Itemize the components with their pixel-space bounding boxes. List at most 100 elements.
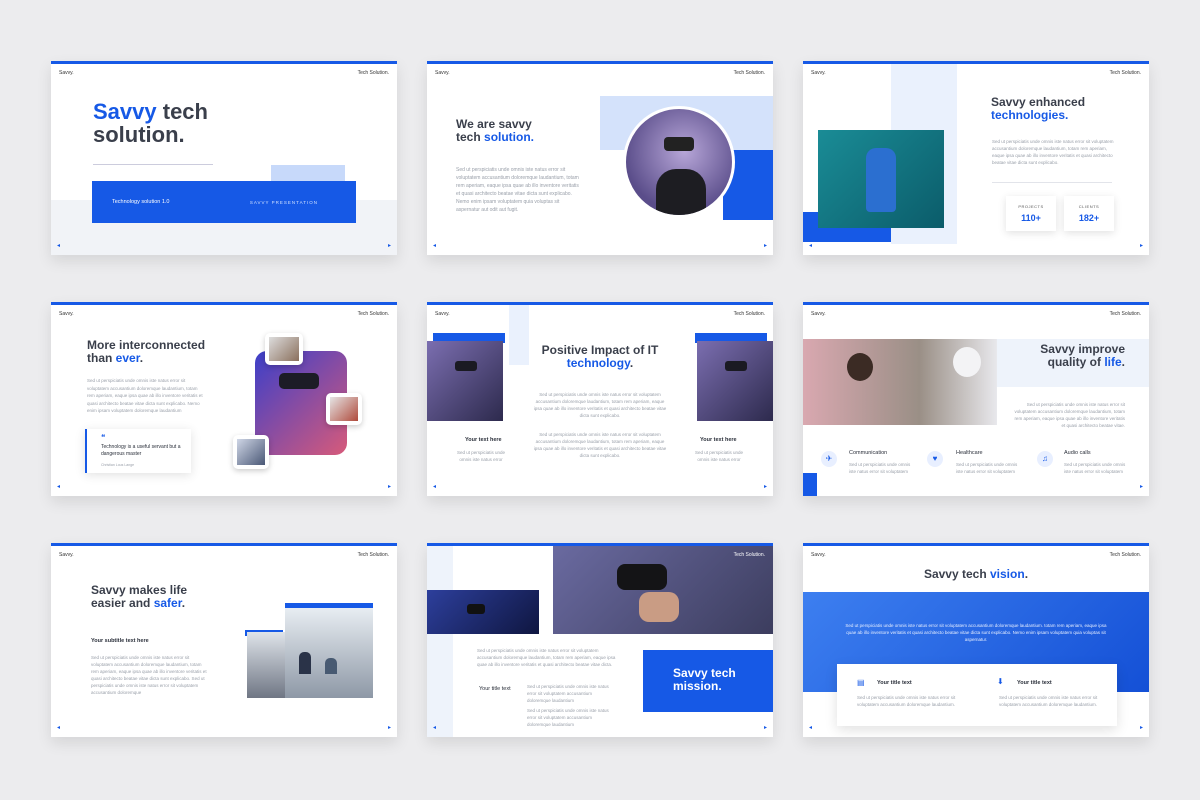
- divider: [93, 164, 213, 165]
- next-arrow-icon[interactable]: ▸: [764, 724, 767, 731]
- slide-heading: Savvy improve quality of life.: [1040, 342, 1125, 369]
- title-label: Your title text: [479, 686, 511, 692]
- paragraph-2: Sed ut perspiciatis unde omnis iste natu…: [527, 684, 609, 703]
- tagline: Tech Solution.: [1109, 552, 1141, 558]
- slide-safer[interactable]: Savvy. Tech Solution. Savvy makes life e…: [51, 543, 397, 737]
- quote-card: ❝ Technology is a useful servant but a d…: [85, 429, 191, 473]
- next-arrow-icon[interactable]: ▸: [388, 724, 391, 731]
- prev-arrow-icon[interactable]: ◂: [57, 724, 60, 731]
- left-label: Your text here: [465, 437, 502, 443]
- thumb-photo-bottom: [233, 435, 269, 469]
- feature-label: Communication: [849, 450, 888, 456]
- paragraph: Sed ut perspiciatis unde omnis iste natu…: [87, 378, 203, 413]
- paragraph: Sed ut perspiciatis unde omnis iste natu…: [992, 139, 1114, 165]
- vr-man-photo: [623, 106, 735, 218]
- next-arrow-icon[interactable]: ▸: [388, 242, 391, 249]
- heart-icon: ♥: [927, 451, 943, 467]
- tagline: Tech Solution.: [1109, 70, 1141, 76]
- decor-blue: [803, 473, 817, 496]
- prev-arrow-icon[interactable]: ◂: [433, 242, 436, 249]
- slide-about[interactable]: Savvy. Tech Solution. We are savvy tech …: [427, 61, 773, 255]
- paragraph-1: Sed ut perspiciatis unde omnis iste natu…: [533, 392, 667, 418]
- prev-arrow-icon[interactable]: ◂: [809, 724, 812, 731]
- tagline: Tech Solution.: [1109, 311, 1141, 317]
- paragraph: Sed ut perspiciatis unde omnis iste natu…: [91, 655, 207, 695]
- brand-label: Savvy.: [435, 311, 450, 317]
- vr-man-photo: [553, 546, 773, 634]
- tagline: Tech Solution.: [733, 311, 765, 317]
- office-photo-left: [247, 632, 285, 698]
- slide-heading: Savvy tech vision.: [923, 567, 1029, 581]
- brand-label: Savvy.: [811, 552, 826, 558]
- slide-quality[interactable]: Savvy. Tech Solution. Savvy improve qual…: [803, 302, 1149, 496]
- girl-robot-photo: [803, 339, 997, 425]
- slide-technologies[interactable]: Savvy. Tech Solution. Savvy enhanced tec…: [803, 61, 1149, 255]
- next-arrow-icon[interactable]: ▸: [388, 483, 391, 490]
- next-arrow-icon[interactable]: ▸: [764, 242, 767, 249]
- brand-label: Savvy.: [811, 70, 826, 76]
- brand-label: Savvy.: [435, 70, 450, 76]
- brand-label: Savvy.: [59, 70, 74, 76]
- brand-label: Savvy.: [59, 552, 74, 558]
- next-arrow-icon[interactable]: ▸: [1140, 242, 1143, 249]
- prev-arrow-icon[interactable]: ◂: [433, 483, 436, 490]
- tagline: Tech Solution.: [357, 70, 389, 76]
- subtitle: Your subtitle text here: [91, 638, 149, 644]
- info-card: ▤ Your title text Sed ut perspiciatis un…: [837, 664, 1117, 726]
- office-photo-right: [285, 608, 373, 698]
- feature-label: Audio calls: [1064, 450, 1091, 456]
- divider: [992, 182, 1112, 183]
- feature-label: Healthcare: [956, 450, 983, 456]
- next-arrow-icon[interactable]: ▸: [764, 483, 767, 490]
- tagline: Tech Solution.: [733, 70, 765, 76]
- stat-card-projects: PROJECTS 110+: [1006, 196, 1056, 231]
- quote-icon: ❝: [101, 433, 106, 442]
- mission-box: Savvy tech mission.: [643, 650, 773, 712]
- brand-label: Savvy.: [59, 311, 74, 317]
- vr-photo-small: [427, 590, 539, 634]
- feature-paragraph: Sed ut perspiciatis unde omnis iste natu…: [956, 462, 1018, 474]
- slide-title-heading: Savvy tech solution.: [93, 99, 208, 148]
- slide-vision[interactable]: Savvy. Tech Solution. Savvy tech vision.…: [803, 543, 1149, 737]
- prev-arrow-icon[interactable]: ◂: [57, 242, 60, 249]
- tagline: Tech Solution.: [357, 552, 389, 558]
- inbox-icon: ▤: [857, 678, 865, 687]
- prev-arrow-icon[interactable]: ◂: [433, 724, 436, 731]
- headphones-icon: ♫: [1037, 451, 1053, 467]
- slide-interconnected[interactable]: Savvy. Tech Solution. More interconnecte…: [51, 302, 397, 496]
- right-paragraph: Sed ut perspiciatis unde omnis iste natu…: [694, 450, 744, 462]
- communication-icon: ✈: [821, 451, 837, 467]
- feature-paragraph: Sed ut perspiciatis unde omnis iste natu…: [1064, 462, 1126, 474]
- stat-card-clients: CLIENTS 182+: [1064, 196, 1114, 231]
- slide-heading: Positive Impact of IT technology.: [541, 343, 659, 370]
- slide-title[interactable]: Savvy. Tech Solution. Savvy tech solutio…: [51, 61, 397, 255]
- slide-impact[interactable]: Savvy. Tech Solution. Positive Impact of…: [427, 302, 773, 496]
- prev-arrow-icon[interactable]: ◂: [57, 483, 60, 490]
- paragraph: Sed ut perspiciatis unde omnis iste natu…: [1014, 402, 1125, 428]
- prev-arrow-icon[interactable]: ◂: [809, 242, 812, 249]
- thumb-photo-top: [265, 333, 303, 365]
- tagline: Tech Solution.: [357, 311, 389, 317]
- paragraph-2: Sed ut perspiciatis unde omnis iste natu…: [533, 432, 667, 458]
- paragraph: Sed ut perspiciatis unde omnis iste natu…: [456, 167, 579, 213]
- paragraph: Sed ut perspiciatis unde omnis iste natu…: [477, 648, 616, 667]
- brand-label: Savvy.: [811, 311, 826, 317]
- next-arrow-icon[interactable]: ▸: [1140, 483, 1143, 490]
- download-icon: ⬇: [997, 677, 1004, 686]
- feature-paragraph: Sed ut perspiciatis unde omnis iste natu…: [849, 462, 911, 474]
- next-arrow-icon[interactable]: ▸: [1140, 724, 1143, 731]
- slide-heading: More interconnected than ever.: [87, 338, 206, 365]
- title-band: Technology solution 1.0 SAVVY PRESENTATI…: [92, 181, 356, 223]
- tagline: Tech Solution.: [733, 552, 765, 558]
- paragraph-3: Sed ut perspiciatis unde omnis iste natu…: [527, 708, 609, 727]
- paragraph: Sed ut perspiciatis unde omnis iste natu…: [845, 623, 1107, 642]
- slide-heading: Savvy makes life easier and safer.: [91, 583, 188, 610]
- right-label: Your text here: [700, 437, 737, 443]
- slide-mission[interactable]: Tech Solution. Sed ut perspiciatis unde …: [427, 543, 773, 737]
- vr-photo-left: [427, 341, 503, 421]
- slide-heading: We are savvy tech solution.: [456, 117, 535, 144]
- robot-hand-photo: [818, 130, 944, 228]
- vr-photo-right: [697, 341, 773, 421]
- left-paragraph: Sed ut perspiciatis unde omnis iste natu…: [456, 450, 506, 462]
- slide-heading: Savvy enhanced technologies.: [991, 95, 1086, 122]
